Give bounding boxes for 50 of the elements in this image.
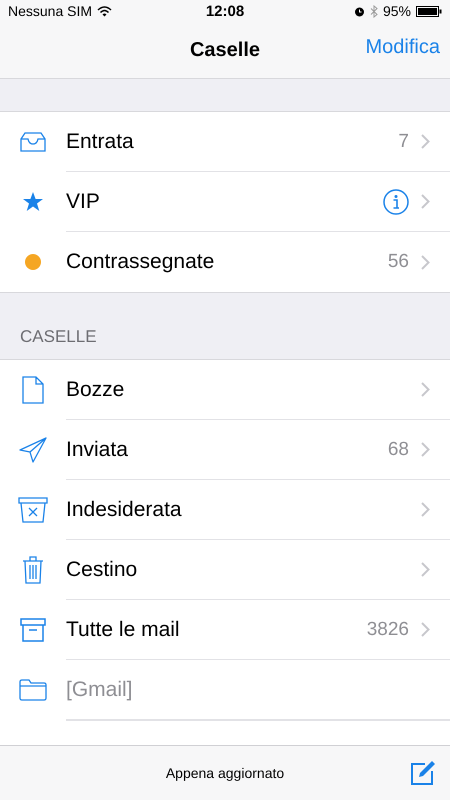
mailbox-label: Bozze [66, 378, 126, 402]
chevron-icon [421, 562, 430, 577]
chevron-icon [421, 134, 430, 149]
unread-count: 3826 [366, 618, 409, 640]
star-icon [22, 191, 44, 213]
trash-icon [22, 556, 44, 584]
chevron-icon [421, 442, 430, 457]
mailbox-row[interactable]: Inviata 68 [0, 420, 450, 480]
compose-icon[interactable] [410, 760, 436, 786]
mailbox-row[interactable]: Bozze [0, 360, 450, 420]
mailbox-label: Indesiderata [66, 498, 183, 522]
nav-title: Caselle [190, 38, 260, 62]
mailbox-label: Entrata [66, 130, 135, 154]
battery-percent: 95% [382, 3, 411, 19]
mailbox-row[interactable]: VIP [0, 172, 450, 232]
section-header: CASELLE [20, 327, 97, 347]
junk-bin-icon [18, 497, 48, 523]
archive-box-icon [20, 618, 46, 642]
update-status: Appena aggiornato [166, 765, 284, 781]
unread-count: 7 [398, 130, 409, 152]
edit-button[interactable]: Modifica [366, 36, 440, 59]
chevron-icon [421, 622, 430, 637]
chevron-icon [421, 194, 430, 209]
paper-plane-icon [19, 437, 47, 463]
info-icon[interactable] [383, 188, 409, 214]
chevron-icon [421, 502, 430, 517]
chevron-icon [421, 382, 430, 397]
chevron-icon [421, 254, 430, 270]
mailbox-row[interactable]: Entrata 7 [0, 112, 450, 172]
battery-icon [416, 6, 442, 16]
unread-count: 56 [388, 251, 409, 273]
mailbox-row[interactable]: Indesiderata [0, 480, 450, 540]
unread-count: 68 [388, 438, 409, 460]
clock-time: 12:08 [206, 2, 244, 20]
mailbox-row[interactable]: Tutte le mail 3826 [0, 600, 450, 660]
document-icon [22, 376, 44, 404]
mailbox-row[interactable]: Contrassegnate 56 [0, 232, 450, 292]
wifi-icon [97, 6, 112, 16]
folder-icon [19, 679, 47, 701]
mailbox-row[interactable]: Cestino [0, 540, 450, 600]
mailbox-label: [Gmail] [66, 678, 134, 702]
mailbox-label: VIP [66, 190, 101, 214]
carrier-label: Nessuna SIM [8, 3, 92, 19]
inbox-tray-icon [19, 131, 47, 153]
alarm-clock-icon [354, 6, 365, 16]
mailbox-label: Inviata [66, 438, 129, 462]
mailbox-label: Contrassegnate [66, 250, 216, 274]
mailbox-label: Cestino [66, 558, 138, 582]
mailbox-label: Tutte le mail [66, 618, 181, 642]
bluetooth-icon [370, 4, 378, 18]
